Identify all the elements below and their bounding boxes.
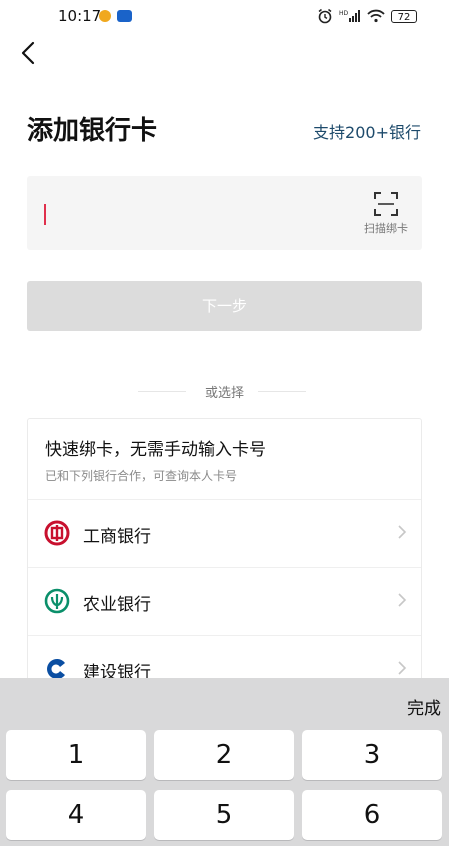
bank-name: 农业银行 bbox=[83, 595, 151, 615]
text-cursor bbox=[44, 204, 46, 225]
card-number-input[interactable]: 扫描绑卡 bbox=[27, 176, 422, 250]
bank-name: 工商银行 bbox=[83, 527, 151, 547]
key-5[interactable]: 5 bbox=[154, 790, 294, 840]
weibo-notification-icon bbox=[99, 10, 111, 22]
alarm-icon bbox=[318, 8, 332, 24]
status-time: 10:17 bbox=[58, 7, 102, 25]
chevron-right-icon bbox=[398, 593, 407, 607]
icbc-logo-icon bbox=[44, 520, 70, 546]
scan-icon bbox=[374, 192, 398, 216]
divider-line-right bbox=[258, 391, 306, 392]
key-4[interactable]: 4 bbox=[6, 790, 146, 840]
or-choose-label: 或选择 bbox=[204, 386, 244, 401]
bank-row-icbc[interactable]: 工商银行 bbox=[28, 499, 421, 568]
quick-bind-panel: 快速绑卡，无需手动输入卡号 已和下列银行合作，可查询本人卡号 工商银行 农业银行… bbox=[27, 418, 422, 720]
svg-text:HD: HD bbox=[339, 10, 349, 17]
next-step-button[interactable]: 下一步 bbox=[27, 281, 422, 331]
signal-icon: HD bbox=[339, 10, 360, 22]
key-6[interactable]: 6 bbox=[302, 790, 442, 840]
scan-card-button[interactable]: 扫描绑卡 bbox=[361, 190, 411, 236]
key-2[interactable]: 2 bbox=[154, 730, 294, 780]
key-1[interactable]: 1 bbox=[6, 730, 146, 780]
scan-card-label: 扫描绑卡 bbox=[364, 222, 408, 235]
keyboard-done-button[interactable]: 完成 bbox=[407, 694, 441, 719]
battery-indicator: 72 bbox=[391, 9, 417, 23]
quick-bind-subtitle: 已和下列银行合作，可查询本人卡号 bbox=[45, 469, 238, 483]
wifi-icon bbox=[367, 9, 385, 23]
status-icons: HD 72 bbox=[317, 8, 417, 24]
or-divider: 或选择 bbox=[0, 381, 449, 401]
abc-logo-icon bbox=[44, 588, 70, 614]
key-3[interactable]: 3 bbox=[302, 730, 442, 780]
back-arrow-icon[interactable] bbox=[16, 40, 42, 66]
chevron-right-icon bbox=[398, 661, 407, 675]
app-notification-icon bbox=[117, 10, 132, 22]
numeric-keyboard: 完成 1 2 3 4 5 6 bbox=[0, 678, 449, 846]
page-title: 添加银行卡 bbox=[27, 116, 158, 146]
bank-row-abc[interactable]: 农业银行 bbox=[28, 567, 421, 636]
status-bar: 10:17 HD 72 bbox=[0, 0, 449, 34]
chevron-right-icon bbox=[398, 525, 407, 539]
quick-bind-title: 快速绑卡，无需手动输入卡号 bbox=[45, 440, 266, 460]
supported-banks-link[interactable]: 支持200+银行 bbox=[313, 119, 421, 143]
